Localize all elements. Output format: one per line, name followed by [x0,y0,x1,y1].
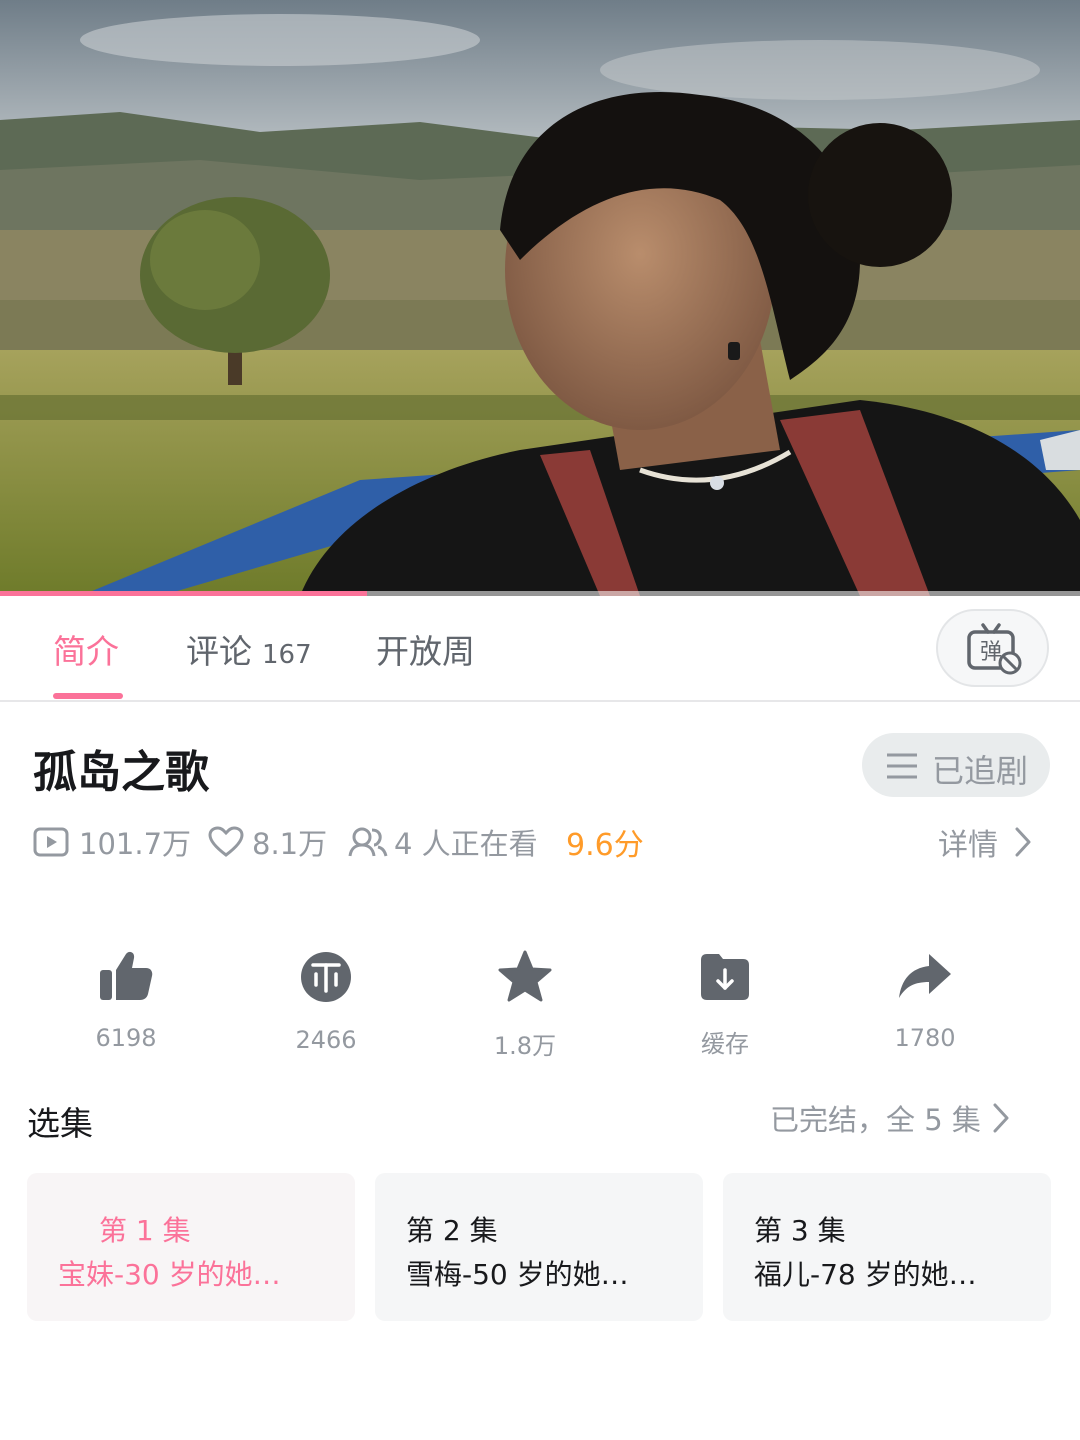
download-icon [701,954,749,1000]
tab-bar: 简介 评论 167 开放周 弹 [0,597,1080,702]
download-button[interactable]: 缓存 [655,950,795,1058]
follow-series-label: 已追剧 [932,752,1029,790]
share-count: 1780 [894,1024,956,1052]
play-count-icon [33,827,69,857]
like-count-value: 8.1万 [252,827,328,861]
play-count-value: 101.7万 [79,827,192,861]
tab-comments[interactable]: 评论 167 [186,625,312,673]
episode-number: 第 3 集 [754,1214,846,1247]
video-stats: 101.7万 8.1万 4 人正在看 9.6分 详情 [33,820,1053,864]
danmaku-off-icon: 弹 [967,623,1022,675]
comment-count: 167 [262,640,312,670]
heart-icon [208,826,244,857]
coin-button[interactable]: 2466 [256,950,396,1054]
watching-count-value: 4 人正在看 [394,827,538,861]
tab-open-week-label: 开放周 [376,632,475,671]
like-button[interactable]: 6198 [56,950,196,1052]
video-progress-bar[interactable] [0,591,1080,596]
download-label: 缓存 [701,1030,749,1058]
coin-icon [301,952,351,1002]
like-count-action: 6198 [95,1024,157,1052]
video-frame [0,0,1080,596]
share-icon [899,954,951,998]
active-tab-indicator [53,693,123,699]
episodes-section-title: 选集 [27,1104,93,1143]
rating-score: 9.6分 [566,828,644,863]
chevron-right-icon [993,1103,1009,1133]
share-button[interactable]: 1780 [855,950,995,1052]
episode-number: 第 2 集 [406,1214,498,1247]
tab-intro-label: 简介 [53,632,119,671]
like-count: 8.1万 [208,820,327,864]
favorite-count: 1.8万 [493,1032,557,1060]
danmaku-toggle-button[interactable]: 弹 [936,609,1049,687]
episode-title: 雪梅-50 岁的她… [406,1258,629,1291]
episode-card[interactable]: 第 2 集 雪梅-50 岁的她… [375,1173,703,1321]
video-title: 孤岛之歌 [33,747,209,798]
chevron-right-icon [1015,827,1031,857]
star-icon [498,950,552,1002]
tab-open-week[interactable]: 开放周 [376,625,475,673]
details-link[interactable]: 详情 [938,820,1032,864]
tab-comments-label: 评论 [186,632,252,671]
favorite-button[interactable]: 1.8万 [455,950,595,1060]
episodes-all-link[interactable]: 已完结，全 5 集 [770,1098,1009,1138]
follow-series-button[interactable]: 已追剧 [862,733,1050,797]
thumb-up-icon [100,951,153,1000]
episode-number: 第 1 集 [99,1214,191,1247]
episode-title: 福儿-78 岁的她… [754,1258,977,1291]
watching-count: 4 人正在看 [348,820,538,864]
coin-count: 2466 [295,1026,357,1054]
video-progress-fill [0,591,368,596]
viewers-icon [348,827,388,857]
episode-card[interactable]: 第 3 集 福儿-78 岁的她… [723,1173,1051,1321]
tab-intro[interactable]: 简介 [53,625,119,673]
video-player[interactable] [0,0,1080,596]
menu-icon [887,753,917,779]
episodes-status: 已完结，全 5 集 [770,1103,981,1137]
details-label: 详情 [938,828,998,863]
play-count: 101.7万 [33,820,191,864]
episode-card[interactable]: 第 1 集 宝妹-30 岁的她… [27,1173,355,1321]
episode-title: 宝妹-30 岁的她… [58,1258,281,1291]
